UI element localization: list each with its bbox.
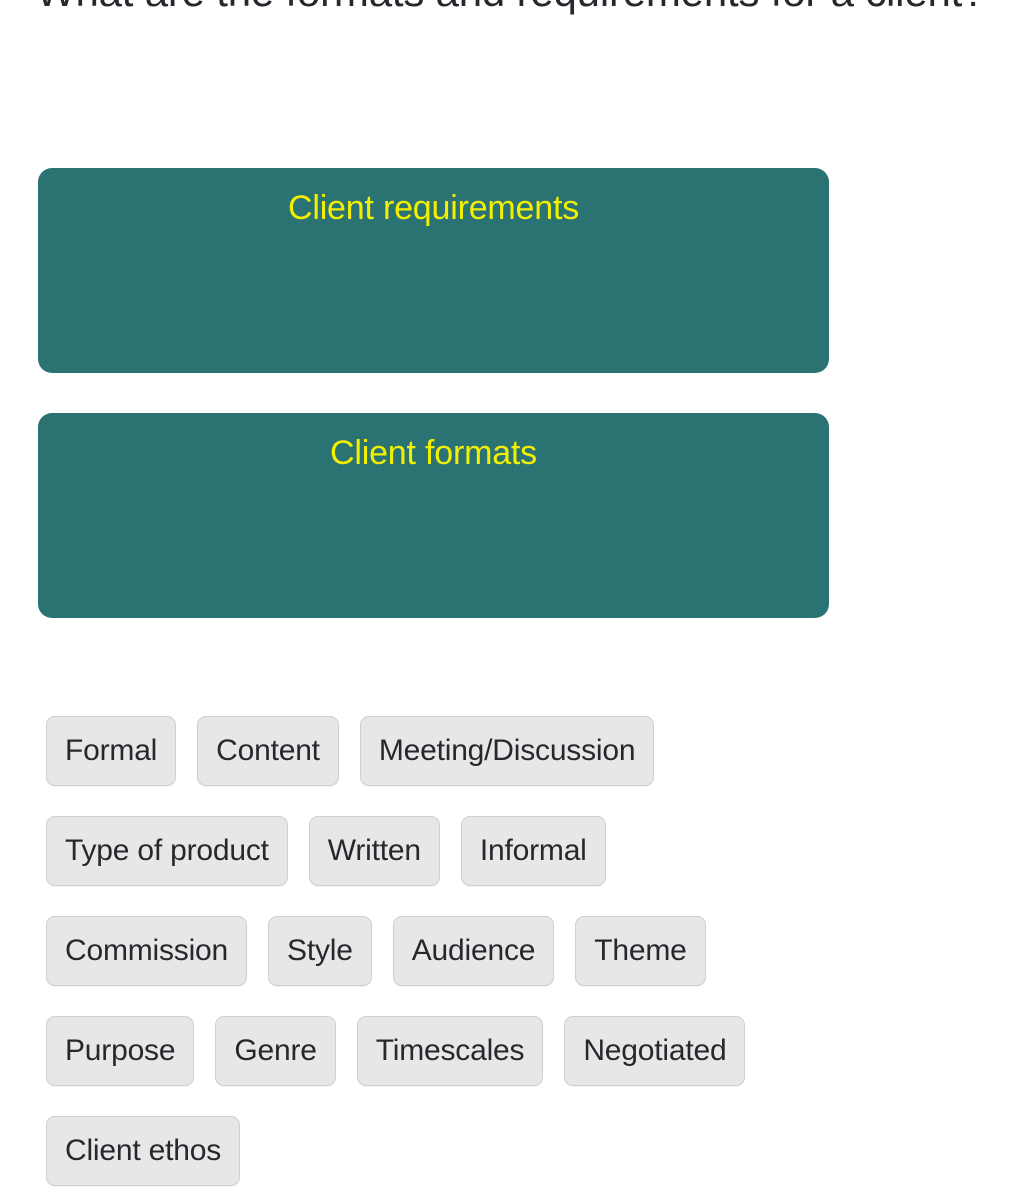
page-title: What are the formats and requirements fo…	[36, 0, 1026, 20]
chip-audience[interactable]: Audience	[392, 916, 555, 986]
chip-row: Purpose Genre Timescales Negotiated	[46, 1016, 1006, 1086]
chip-meeting-discussion[interactable]: Meeting/Discussion	[359, 716, 655, 786]
chip-purpose[interactable]: Purpose	[46, 1016, 195, 1086]
chip-row: Commission Style Audience Theme	[46, 916, 1006, 986]
chip-type-of-product[interactable]: Type of product	[46, 816, 288, 886]
chip-informal[interactable]: Informal	[460, 816, 606, 886]
chip-row: Client ethos	[46, 1116, 1006, 1186]
chip-style[interactable]: Style	[268, 916, 372, 986]
chip-row: Formal Content Meeting/Discussion	[46, 716, 1006, 786]
chip-tray: Formal Content Meeting/Discussion Type o…	[46, 716, 1006, 1186]
chip-genre[interactable]: Genre	[215, 1016, 336, 1086]
dropzone-label: Client requirements	[288, 189, 579, 227]
chip-row: Type of product Written Informal	[46, 816, 1006, 886]
dropzone-client-formats[interactable]: Client formats	[38, 413, 829, 618]
chip-negotiated[interactable]: Negotiated	[564, 1016, 746, 1086]
chip-formal[interactable]: Formal	[46, 716, 177, 786]
chip-written[interactable]: Written	[308, 816, 440, 886]
dropzone-group: Client requirements Client formats	[38, 168, 829, 658]
chip-theme[interactable]: Theme	[575, 916, 706, 986]
dropzone-label: Client formats	[330, 434, 537, 472]
chip-commission[interactable]: Commission	[46, 916, 248, 986]
chip-client-ethos[interactable]: Client ethos	[46, 1116, 241, 1186]
dropzone-client-requirements[interactable]: Client requirements	[38, 168, 829, 373]
chip-content[interactable]: Content	[197, 716, 339, 786]
chip-timescales[interactable]: Timescales	[356, 1016, 544, 1086]
